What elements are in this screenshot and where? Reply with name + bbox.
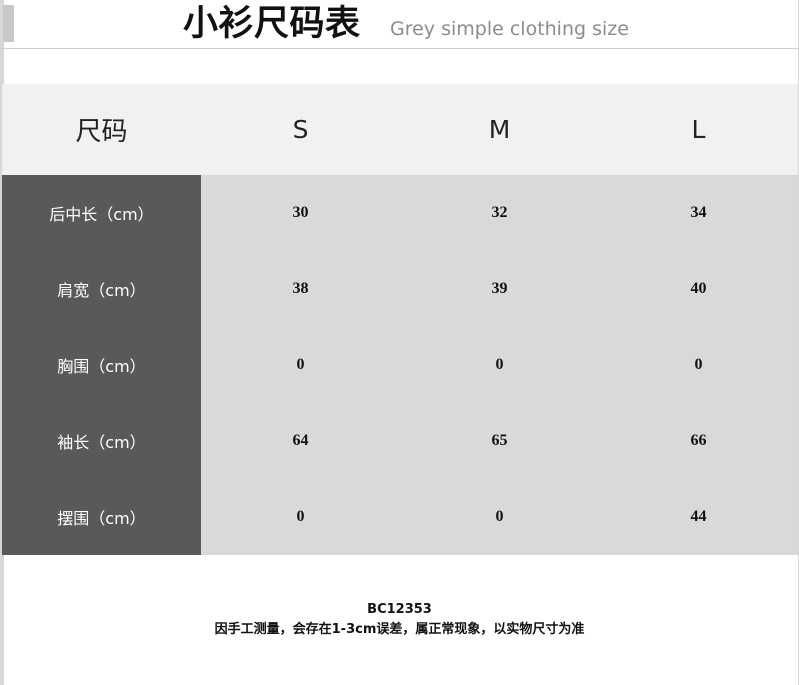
table-row: 肩宽（cm） 38 39 40: [2, 251, 798, 327]
table-cell: 65: [400, 403, 599, 479]
table-cell: 30: [201, 175, 400, 251]
row-label: 摆围（cm）: [2, 479, 201, 555]
table-row: 后中长（cm） 30 32 34: [2, 175, 798, 251]
table-row: 袖长（cm） 64 65 66: [2, 403, 798, 479]
table-cell: 0: [599, 327, 798, 403]
table-row: 胸围（cm） 0 0 0: [2, 327, 798, 403]
size-table: 尺码 S M L 后中长（cm） 30 32 34 肩宽（cm） 38 39 4…: [2, 84, 798, 555]
size-header-m: M: [488, 115, 511, 144]
table-cell: 0: [201, 327, 400, 403]
table-row: 摆围（cm） 0 0 44: [2, 479, 798, 555]
table-cell: 0: [400, 327, 599, 403]
row-label: 袖长（cm）: [2, 403, 201, 479]
row-label: 肩宽（cm）: [2, 251, 201, 327]
product-code: BC12353: [367, 602, 432, 617]
table-cell: 0: [400, 479, 599, 555]
table-cell: 40: [599, 251, 798, 327]
size-header-l: L: [691, 115, 706, 144]
measurement-note: 因手工测量，会存在1-3cm误差，属正常现象，以实物尺寸为准: [214, 622, 585, 637]
page-title: 小衫尺码表: [183, 4, 361, 44]
row-label: 后中长（cm）: [2, 175, 201, 251]
table-cell: 32: [400, 175, 599, 251]
table-cell: 34: [599, 175, 798, 251]
table-cell: 66: [599, 403, 798, 479]
table-cell: 0: [201, 479, 400, 555]
page-subtitle: Grey simple clothing size: [390, 18, 629, 40]
footnote: BC12353 因手工测量，会存在1-3cm误差，属正常现象，以实物尺寸为准: [0, 600, 799, 640]
size-header-s: S: [292, 115, 309, 144]
table-cell: 38: [201, 251, 400, 327]
table-header-label: 尺码: [75, 117, 128, 147]
table-header-row: 尺码 S M L: [2, 84, 798, 175]
page-header: 小衫尺码表 Grey simple clothing size: [0, 0, 799, 49]
table-cell: 64: [201, 403, 400, 479]
table-cell: 39: [400, 251, 599, 327]
table-cell: 44: [599, 479, 798, 555]
header-accent-bar: [3, 5, 14, 42]
row-label: 胸围（cm）: [2, 327, 201, 403]
